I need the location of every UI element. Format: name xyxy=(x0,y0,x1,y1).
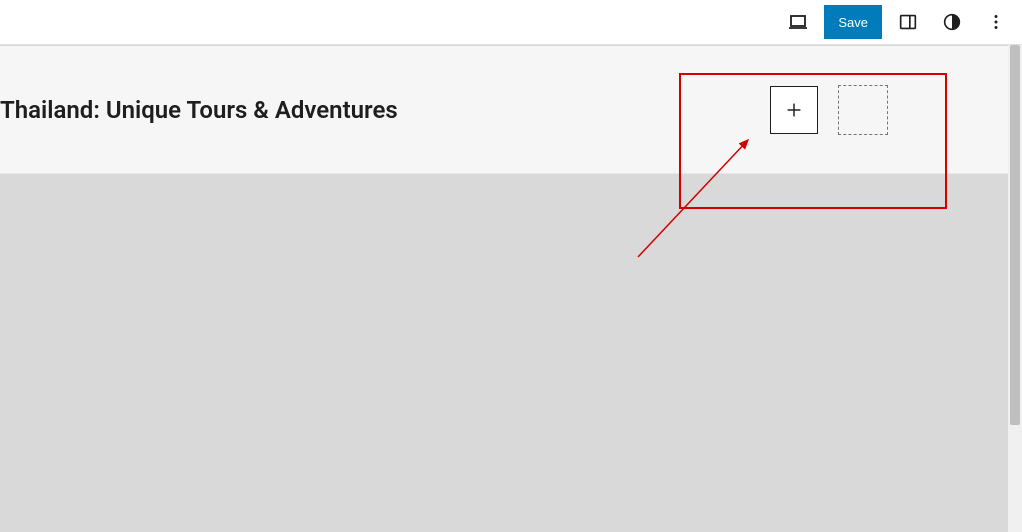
laptop-icon xyxy=(786,10,810,34)
plus-icon xyxy=(783,99,805,121)
add-block-button[interactable] xyxy=(770,86,818,134)
sidebar-toggle-button[interactable] xyxy=(890,4,926,40)
navigation-area xyxy=(770,85,1008,135)
site-title[interactable]: Thailand: Unique Tours & Adventures xyxy=(0,96,398,124)
scrollbar[interactable] xyxy=(1008,45,1022,532)
more-options-button[interactable] xyxy=(978,4,1014,40)
view-device-button[interactable] xyxy=(780,4,816,40)
top-toolbar: Save xyxy=(0,0,1022,45)
scrollbar-thumb[interactable] xyxy=(1010,45,1020,425)
contrast-icon xyxy=(941,11,963,33)
styles-button[interactable] xyxy=(934,4,970,40)
save-button[interactable]: Save xyxy=(824,5,882,39)
more-vertical-icon xyxy=(985,11,1007,33)
empty-block-placeholder[interactable] xyxy=(838,85,888,135)
site-header-block[interactable]: Thailand: Unique Tours & Adventures xyxy=(0,46,1008,174)
sidebar-panel-icon xyxy=(897,11,919,33)
editor-canvas: Thailand: Unique Tours & Adventures xyxy=(0,46,1008,532)
